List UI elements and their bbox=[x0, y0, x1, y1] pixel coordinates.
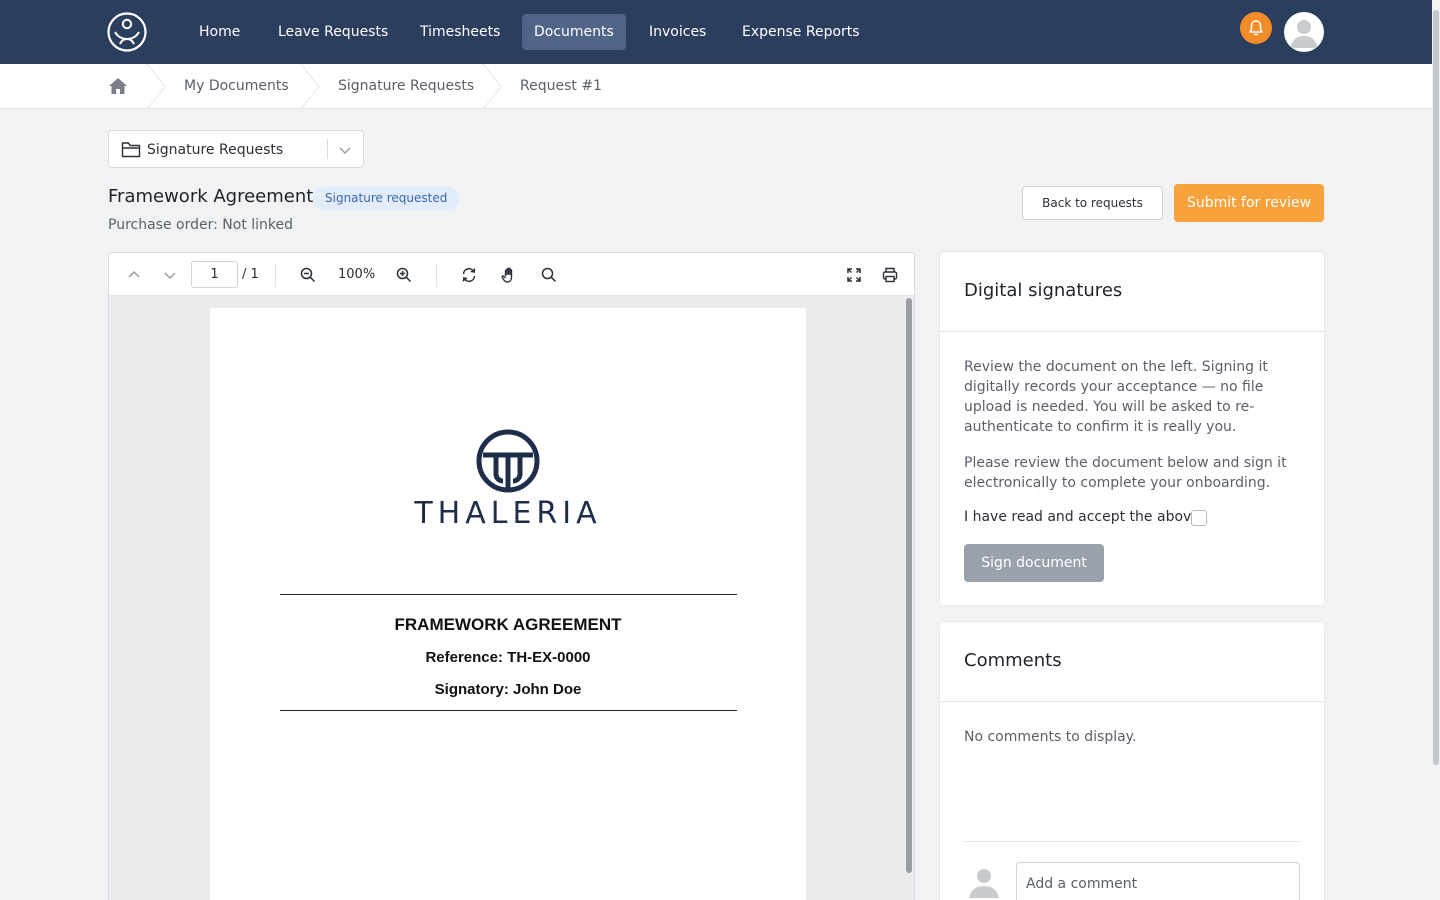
bell-icon bbox=[1249, 20, 1263, 36]
brand-wordmark: THALERIA bbox=[414, 496, 602, 531]
comments-divider bbox=[964, 841, 1300, 842]
signature-instruction-text: Please review the document below and sig… bbox=[964, 455, 1287, 491]
sign-document-button[interactable]: Sign document bbox=[964, 544, 1104, 582]
comment-input[interactable] bbox=[1016, 862, 1300, 900]
fullscreen-icon[interactable] bbox=[845, 266, 863, 284]
folder-select-value: Signature Requests bbox=[147, 142, 284, 158]
breadcrumb-signature-requests[interactable]: Signature Requests bbox=[338, 64, 474, 109]
pdf-page: THALERIA FRAMEWORK AGREEMENT Reference: … bbox=[210, 308, 806, 900]
page-scrollbar[interactable] bbox=[1432, 0, 1440, 900]
document-signatory: Signatory: John Doe bbox=[434, 681, 582, 698]
breadcrumb-separator-icon bbox=[482, 64, 502, 109]
page-number-input[interactable] bbox=[191, 261, 238, 288]
comments-card: Comments No comments to display. bbox=[940, 622, 1324, 900]
rotate-icon[interactable] bbox=[460, 266, 478, 284]
user-icon bbox=[1290, 20, 1318, 48]
document-heading: FRAMEWORK AGREEMENT bbox=[394, 615, 622, 634]
chevron-down-icon[interactable] bbox=[337, 143, 353, 157]
nav-expense-reports[interactable]: Expense Reports bbox=[730, 14, 872, 50]
user-avatar[interactable] bbox=[1284, 12, 1324, 52]
comments-empty-text: No comments to display. bbox=[964, 729, 1137, 745]
breadcrumb-separator-icon bbox=[146, 64, 166, 109]
viewer-toolbar: / 1 100% bbox=[109, 253, 914, 296]
page-title: Framework Agreement bbox=[108, 186, 314, 207]
nav-timesheets[interactable]: Timesheets bbox=[408, 14, 512, 50]
toolbar-divider bbox=[275, 263, 276, 287]
document-viewer: / 1 100% bbox=[108, 252, 915, 900]
nav-invoices[interactable]: Invoices bbox=[637, 14, 718, 50]
home-icon[interactable] bbox=[108, 77, 128, 95]
page-total: / 1 bbox=[242, 267, 259, 282]
company-logo-icon[interactable] bbox=[106, 11, 148, 53]
thaleria-logo-icon bbox=[476, 429, 540, 493]
back-to-requests-button[interactable]: Back to requests bbox=[1022, 186, 1163, 220]
digital-signatures-title: Digital signatures bbox=[964, 280, 1123, 301]
zoom-out-icon[interactable] bbox=[299, 266, 317, 284]
search-icon[interactable] bbox=[540, 266, 558, 284]
digital-signatures-card: Digital signatures Review the document o… bbox=[940, 252, 1324, 605]
document-rule bbox=[280, 710, 737, 711]
top-navigation: Home Leave Requests Timesheets Documents… bbox=[0, 0, 1432, 64]
signature-intro-text: Review the document on the left. Signing… bbox=[964, 359, 1268, 435]
breadcrumb: My Documents Signature Requests Request … bbox=[0, 64, 1432, 109]
folder-select-divider bbox=[327, 139, 328, 159]
card-divider bbox=[940, 701, 1324, 702]
page-scrollbar-thumb[interactable] bbox=[1433, 10, 1439, 765]
zoom-in-icon[interactable] bbox=[395, 266, 413, 284]
purchase-order-info: Purchase order: Not linked bbox=[108, 217, 294, 233]
nav-leave-requests[interactable]: Leave Requests bbox=[266, 14, 400, 50]
notifications-button[interactable] bbox=[1240, 12, 1272, 44]
status-badge: Signature requested bbox=[313, 187, 460, 210]
accept-label: I have read and accept the above. bbox=[964, 509, 1205, 525]
viewer-scrollbar-thumb[interactable] bbox=[906, 298, 912, 873]
folder-select[interactable]: Signature Requests bbox=[108, 130, 364, 168]
chevron-down-icon[interactable] bbox=[161, 266, 179, 284]
breadcrumb-separator-icon bbox=[300, 64, 320, 109]
breadcrumb-current: Request #1 bbox=[520, 78, 602, 94]
user-icon bbox=[969, 869, 999, 898]
document-rule bbox=[280, 594, 737, 595]
accept-checkbox[interactable] bbox=[1191, 510, 1207, 526]
nav-home[interactable]: Home bbox=[187, 14, 252, 50]
comments-title: Comments bbox=[964, 650, 1062, 671]
zoom-level: 100% bbox=[338, 267, 376, 282]
hand-tool-icon[interactable] bbox=[500, 266, 518, 284]
toolbar-divider bbox=[436, 263, 437, 287]
breadcrumb-my-documents[interactable]: My Documents bbox=[184, 64, 289, 109]
nav-documents[interactable]: Documents bbox=[522, 14, 626, 50]
document-reference: Reference: TH-EX-0000 bbox=[425, 649, 591, 666]
submit-for-review-button[interactable]: Submit for review bbox=[1174, 184, 1324, 222]
chevron-up-icon[interactable] bbox=[125, 266, 143, 284]
card-divider bbox=[940, 331, 1324, 332]
print-icon[interactable] bbox=[881, 266, 899, 284]
viewer-canvas[interactable]: THALERIA FRAMEWORK AGREEMENT Reference: … bbox=[109, 296, 914, 900]
folder-icon bbox=[121, 142, 141, 158]
